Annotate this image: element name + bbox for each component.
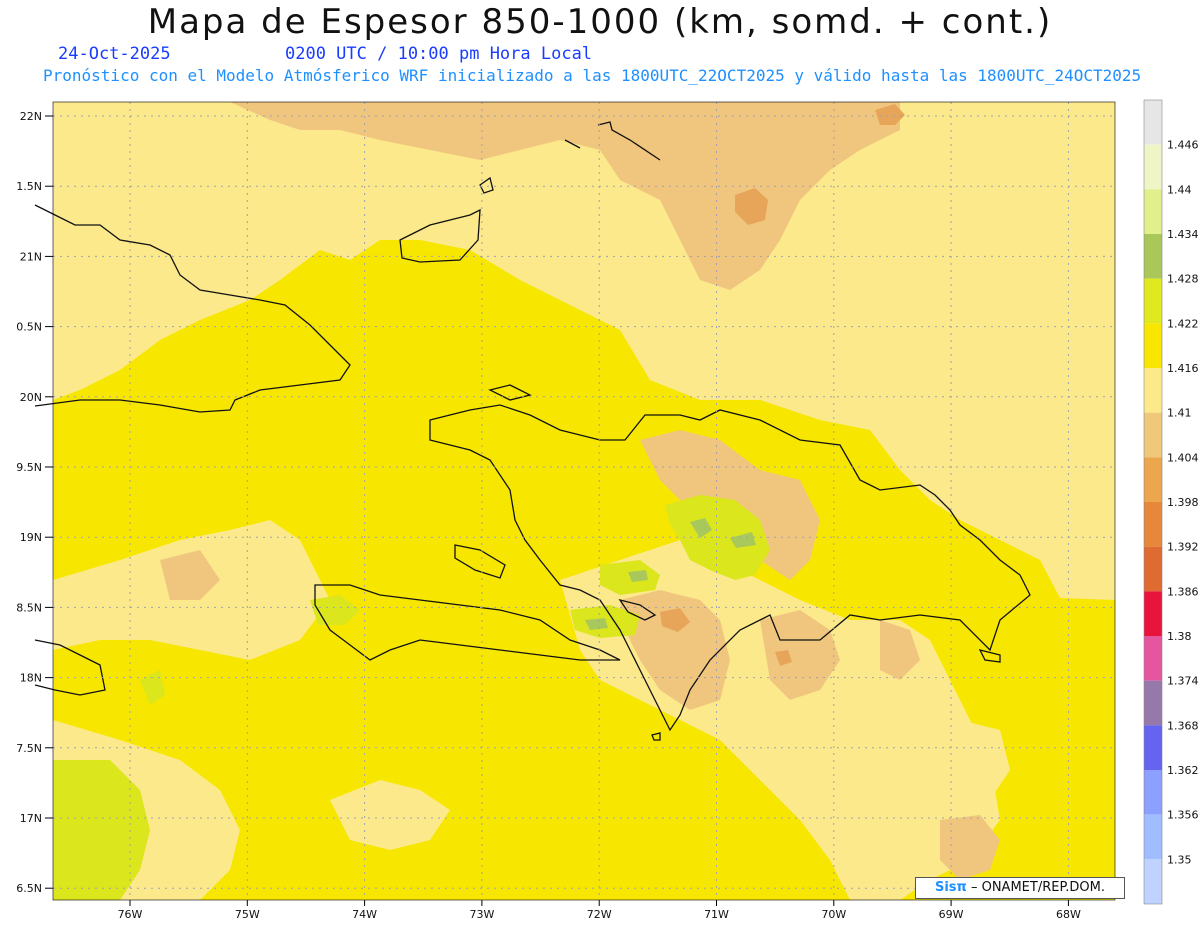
lon-label: 68W [1056,908,1081,921]
colorbar-label: 1.422 [1167,317,1199,330]
colorbar-label: 1.35 [1167,853,1192,866]
colorbar-label: 1.362 [1167,764,1199,777]
lon-label: 76W [118,908,143,921]
colorbar-label: 1.386 [1167,585,1199,598]
colorbar-swatch [1144,144,1162,190]
lon-label: 74W [352,908,377,921]
lat-label: 22N [20,110,42,123]
lon-label: 70W [821,908,846,921]
longitude-axis: 76W 75W 74W 73W 72W 71W 70W 69W 68W [118,900,1081,921]
lon-label: 71W [704,908,729,921]
lat-label: 21N [20,250,42,263]
colorbar-swatch [1144,770,1162,815]
colorbar-label: 1.398 [1167,496,1199,509]
colorbar-label: 1.356 [1167,809,1199,822]
colorbar-swatch [1144,100,1162,145]
colorbar-swatch [1144,725,1162,770]
colorbar-swatch [1144,502,1162,547]
colorbar-swatch [1144,189,1162,234]
colorbar-swatch [1144,278,1162,324]
colorbar-swatch [1144,680,1162,726]
colorbar-swatch [1144,636,1162,681]
lat-label: 1.5N [16,180,42,193]
lat-label: 8.5N [16,601,42,614]
colorbar-swatch [1144,234,1162,279]
colorbar-label: 1.392 [1167,541,1199,554]
lon-label: 69W [939,908,964,921]
credit-box: Sisπ – ONAMET/REP.DOM. [915,877,1125,899]
thickness-map: 22N 1.5N 21N 0.5N 20N 9.5N 19N 8.5N 18N 7.5N 17N 6.… [16,99,1199,921]
lat-label: 7.5N [16,742,42,755]
credit-brand: Sisπ [934,880,967,895]
colorbar-label: 1.434 [1167,228,1199,241]
colorbar-label: 1.404 [1167,451,1199,464]
colorbar-label: 1.428 [1167,273,1199,286]
colorbar-swatch [1144,859,1162,904]
colorbar-swatch [1144,814,1162,860]
colorbar-label: 1.416 [1167,362,1199,375]
colorbar-swatch [1144,323,1162,368]
lat-label: 18N [20,672,42,685]
colorbar-swatch [1144,412,1162,458]
colorbar-label: 1.41 [1167,407,1192,420]
colorbar: 1.446 1.44 1.434 1.428 1.422 1.416 1.41 1.404 1.… [1143,99,1199,905]
colorbar-label: 1.368 [1167,719,1199,732]
colorbar-label: 1.38 [1167,630,1192,643]
lat-label: 19N [20,531,42,544]
lon-label: 75W [235,908,260,921]
colorbar-label: 1.446 [1167,139,1199,152]
latitude-axis: 22N 1.5N 21N 0.5N 20N 9.5N 19N 8.5N 18N 7.5N 17N 6.… [16,110,53,895]
colorbar-swatch [1144,457,1162,502]
colorbar-label: 1.44 [1167,183,1192,196]
lat-label: 20N [20,391,42,404]
lat-label: 0.5N [16,321,42,334]
colorbar-swatch [1144,368,1162,413]
credit-org: – ONAMET/REP.DOM. [970,880,1105,895]
lat-label: 17N [20,812,42,825]
lat-label: 6.5N [16,882,42,895]
lon-label: 73W [469,908,494,921]
lon-label: 72W [587,908,612,921]
colorbar-swatch [1144,591,1162,636]
lat-label: 9.5N [16,461,42,474]
colorbar-label: 1.374 [1167,675,1199,688]
colorbar-swatch [1144,546,1162,592]
